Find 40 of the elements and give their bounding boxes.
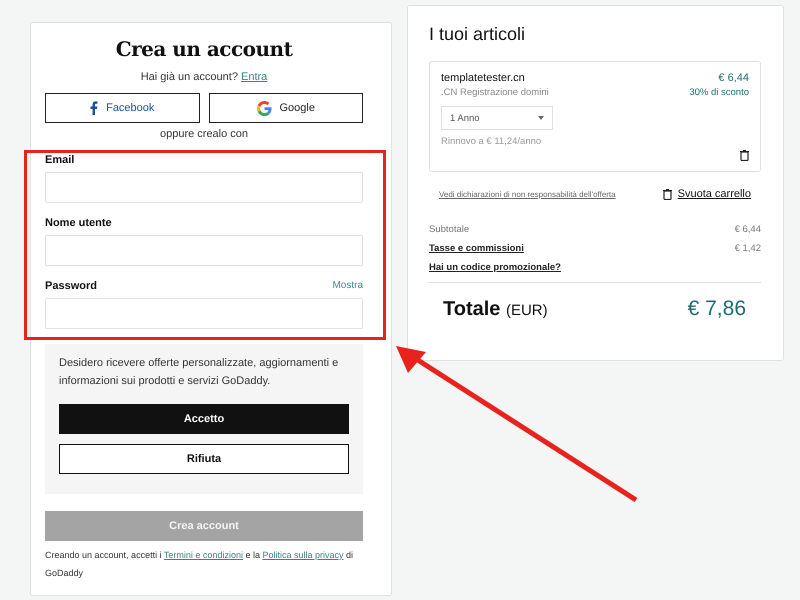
- field-label: Email: [45, 154, 74, 166]
- field-label: Password: [45, 280, 97, 292]
- renewal-text: Rinnovo a € 11,24/anno: [441, 136, 542, 147]
- terms-link[interactable]: Termini e condizioni: [164, 550, 243, 560]
- consent-text: Desidero ricevere offerte personalizzate, aggiornamenti e informazioni sui prodotti e servizi GoDaddy.: [59, 356, 340, 389]
- form-title: Crea un account: [114, 37, 294, 61]
- summary-label: Subtotale: [429, 224, 470, 235]
- facebook-button[interactable]: Facebook: [45, 93, 200, 123]
- empty-cart-link[interactable]: Svuota carrello: [662, 188, 751, 200]
- legal-text: Creando un account, accetti i Termini e condizioni e la Politica sulla privacy di GoDaddy: [45, 549, 354, 580]
- accept-button[interactable]: Accetto: [59, 404, 349, 434]
- google-button[interactable]: Google: [208, 93, 363, 123]
- input-field[interactable]: [45, 235, 363, 266]
- input-field[interactable]: [45, 298, 363, 329]
- divider-text: oppure crealo con: [158, 128, 250, 140]
- login-link[interactable]: Entra: [241, 71, 268, 83]
- facebook-icon: [90, 101, 98, 115]
- summary-value: € 6,44: [734, 224, 761, 235]
- total-label: Totale (EUR): [443, 298, 548, 320]
- summary-value: € 1,42: [734, 243, 761, 254]
- trash-icon: [662, 188, 672, 200]
- cart-title: I tuoi articoli: [429, 24, 526, 45]
- promo-code-link[interactable]: Hai un codice promozionale?: [429, 262, 761, 283]
- login-prompt: Hai già un account? Entra: [140, 71, 268, 83]
- caret-icon: [538, 116, 544, 120]
- privacy-link[interactable]: Politica sulla privacy: [262, 550, 344, 560]
- domain-name: templatetester.cn: [441, 72, 525, 84]
- item-description: .CN Registrazione domini: [441, 87, 549, 98]
- google-icon: [256, 100, 272, 116]
- field-label: Nome utente: [45, 217, 112, 229]
- show-password-link[interactable]: Mostra: [332, 280, 363, 292]
- input-field[interactable]: [45, 172, 363, 203]
- term-dropdown[interactable]: 1 Anno: [441, 106, 553, 130]
- trash-icon[interactable]: [740, 150, 749, 161]
- item-price: € 6,44: [718, 72, 749, 84]
- summary-link[interactable]: Tasse e commissioni: [429, 243, 524, 254]
- discount-text: 30% di sconto: [689, 87, 749, 98]
- decline-button[interactable]: Rifiuta: [59, 444, 349, 474]
- total-value: € 7,86: [688, 297, 746, 321]
- disclaimer-link[interactable]: Vedi dichiarazioni di non responsabilità dell'offerta: [439, 190, 616, 198]
